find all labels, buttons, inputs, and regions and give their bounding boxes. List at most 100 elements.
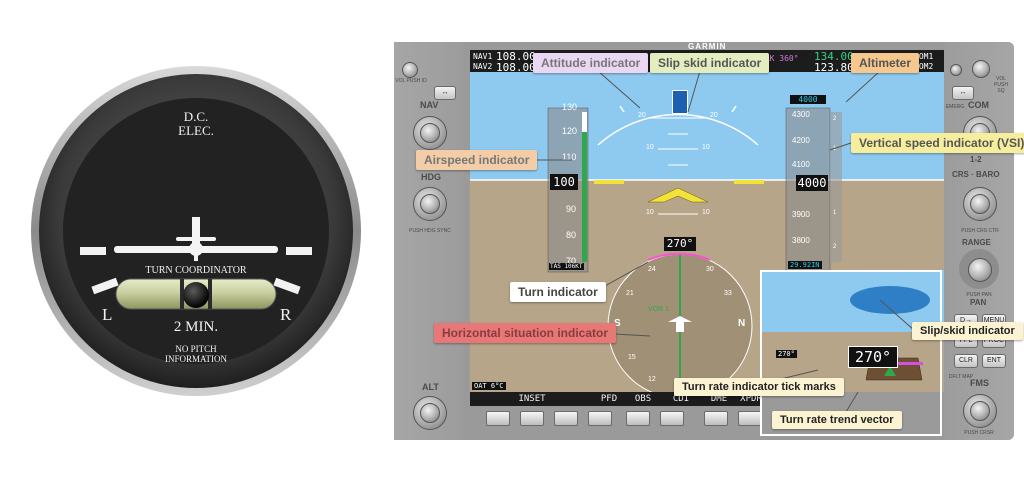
nav1-label: NAV1 [473, 52, 493, 61]
crs-baro-label: CRS · BARO [952, 170, 1000, 179]
gauge-rate-label: 2 MIN. [173, 319, 219, 335]
callout-vsi: Vertical speed indicator (VSI) [851, 133, 1024, 153]
softkey-6[interactable] [660, 411, 684, 426]
softkey-4[interactable] [588, 411, 612, 426]
alt-tick-3900: 3900 [792, 210, 810, 219]
range-knob[interactable] [968, 258, 992, 282]
oat-readout: OAT 6°C [472, 382, 506, 390]
alt-tick-3800: 3800 [792, 236, 810, 245]
hsi-source: VOR 1 [648, 306, 670, 313]
callout-turn-rate-trend-vector: Turn rate trend vector [772, 411, 902, 429]
nav-knob-label: NAV [420, 100, 439, 110]
softkey-pfd-label: PFD [600, 394, 618, 404]
airspeed-readout: 100 [550, 174, 578, 190]
gauge-bottom-line2: INFORMATION [164, 354, 227, 364]
callout-hsi: Horizontal situation indicator [434, 323, 617, 343]
hsi-number-12: 12 [648, 376, 656, 383]
nav-knob-inner[interactable] [420, 123, 440, 143]
softkey-8[interactable] [738, 411, 762, 426]
inclinometer-ball [183, 282, 209, 308]
hdg-push-label: PUSH HDG SYNC [409, 228, 451, 234]
hsi-number-21: 21 [626, 290, 634, 297]
nav2-freq: 108.00 [496, 61, 536, 74]
callout-slip-skid-indicator: Slip skid indicator [650, 53, 770, 73]
airspeed-tick-80: 80 [566, 230, 577, 240]
hdg-knob-inner[interactable] [420, 194, 440, 214]
baro-readout: 29.92IN [788, 261, 822, 269]
altitude-readout: 4000 [796, 175, 828, 191]
alt-tick-4100: 4100 [792, 160, 810, 169]
pitch-label-m10-left: 10 [646, 209, 654, 216]
hsi-number-15: 15 [628, 354, 636, 361]
airspeed-tick-90: 90 [566, 204, 577, 214]
airspeed-tick-110: 110 [562, 152, 577, 162]
gauge-top-line2: ELEC. [178, 123, 214, 138]
pitch-label-m10-right: 10 [702, 209, 710, 216]
vsi-tape [830, 112, 842, 262]
level-tick-left [80, 247, 106, 255]
tas-readout: TAS 106KT [549, 263, 584, 270]
vsi-tick-1-down: 1 [833, 210, 837, 216]
softkey-obs-label: OBS [634, 394, 652, 404]
vsi-tick-1-up: 1 [833, 146, 837, 152]
clr-button[interactable]: CLR [954, 354, 978, 368]
hdg-knob-label: HDG [421, 172, 441, 182]
com-standby-freq: 123.80 [814, 61, 854, 74]
alt-tick-4300: 4300 [792, 110, 810, 119]
callout-attitude-indicator: Attitude indicator [533, 53, 649, 73]
slip-skid-box [672, 90, 688, 114]
com-swap-button[interactable]: ↔ [952, 86, 974, 100]
ent-button[interactable]: ENT [982, 354, 1006, 368]
hsi-letter-n: N [738, 318, 746, 329]
softkey-1[interactable] [486, 411, 510, 426]
callout-turn-rate-tick-marks: Turn rate indicator tick marks [674, 378, 844, 396]
level-tick-right [286, 247, 312, 255]
com-small-knob[interactable] [950, 64, 962, 76]
hsi-heading-box: 270° [664, 237, 696, 251]
sky [470, 72, 944, 180]
pitch-label-20-left: 20 [638, 112, 646, 119]
left-bezel: VOL PUSH ID ↔ NAV HDG PUSH HDG SYNC ALT [394, 42, 464, 440]
alt-knob-label: ALT [422, 382, 439, 392]
pitch-label-10-right: 10 [702, 144, 710, 151]
airspeed-tick-120: 120 [562, 126, 578, 136]
vol-knob[interactable] [402, 62, 418, 78]
com-12-label: 1-2 [970, 155, 982, 164]
airspeed-tick-130: 130 [562, 102, 578, 112]
crs-push-label: PUSH CRS CTR [961, 228, 999, 234]
gauge-bottom-line1: NO PITCH [175, 344, 217, 354]
vsi-tick-2-down: 2 [833, 244, 837, 250]
softkey-2[interactable] [520, 411, 544, 426]
softkey-inset-label: INSET [518, 394, 546, 404]
alt-select: 4000 [790, 95, 826, 104]
fms-push-label: PUSH CRSR [964, 430, 994, 436]
alt-knob-inner[interactable] [420, 403, 440, 423]
fms-knob-inner[interactable] [970, 401, 990, 421]
softkey-7[interactable] [704, 411, 728, 426]
fms-label: FMS [970, 378, 989, 388]
gauge-title: TURN COORDINATOR [145, 265, 247, 276]
callout-altimeter: Altimeter [851, 53, 920, 73]
crs-baro-knob-inner[interactable] [970, 194, 990, 214]
turn-coordinator-gauge: D.C. ELEC. TURN COORDINATOR L R 2 MIN. N… [30, 51, 362, 411]
pitch-label-10-left: 10 [646, 144, 654, 151]
alt-tick-4200: 4200 [792, 136, 810, 145]
hsi-number-33: 33 [724, 290, 732, 297]
callout-slip-skid-indicator-inset: Slip/skid indicator [912, 322, 1023, 340]
emerg-label: EMERG [945, 104, 965, 110]
pitch-label-20-right: 20 [710, 112, 718, 119]
range-label: RANGE [962, 238, 991, 247]
softkey-3[interactable] [554, 411, 578, 426]
right-bezel: VOL PUSH SQ ↔ EMERG COM 1-2 CRS · BARO P… [944, 42, 1014, 440]
hsi-number-24: 24 [648, 266, 656, 273]
vsi-tick-2-up: 2 [833, 116, 837, 122]
com-vol-label: VOL PUSH SQ [994, 76, 1008, 94]
com-vol-knob[interactable] [972, 60, 990, 78]
callout-turn-indicator: Turn indicator [510, 282, 606, 302]
com-knob-label: COM [968, 100, 989, 110]
nav-swap-button[interactable]: ↔ [434, 86, 456, 100]
callout-airspeed-indicator: Airspeed indicator [416, 150, 538, 170]
pan-label: PAN [970, 298, 987, 307]
hsi-number-30: 30 [706, 266, 714, 273]
softkey-5[interactable] [626, 411, 650, 426]
